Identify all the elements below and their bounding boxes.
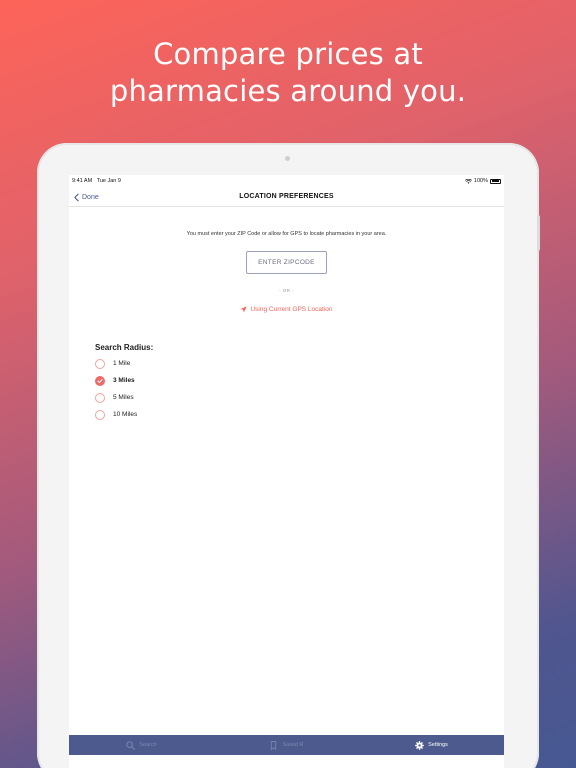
- app-screen: 9:41 AM Tue Jan 9 100% Done LOCATION PRE…: [69, 175, 504, 768]
- done-button[interactable]: Done: [74, 187, 99, 207]
- headline-line-1: Compare prices at: [153, 37, 423, 71]
- tab-search[interactable]: Search: [69, 740, 214, 750]
- done-label: Done: [82, 193, 99, 201]
- zipcode-input[interactable]: [246, 251, 327, 274]
- location-arrow-icon: [240, 306, 248, 313]
- radio-unchecked-icon: [95, 409, 105, 420]
- status-time: 9:41 AM: [72, 178, 93, 184]
- chevron-left-icon: [74, 193, 79, 201]
- wifi-icon: [464, 178, 472, 184]
- radius-option-label: 3 Miles: [113, 377, 135, 384]
- camera-dot: [285, 156, 290, 161]
- tab-search-label: Search: [139, 742, 157, 748]
- search-radius-title: Search Radius:: [95, 343, 154, 352]
- battery-percent: 100%: [473, 178, 488, 184]
- status-date: Tue Jan 9: [96, 178, 121, 184]
- radius-option-label: 1 Mile: [113, 360, 131, 367]
- page-title: LOCATION PREFERENCES: [239, 193, 334, 200]
- status-right: 100%: [464, 178, 501, 184]
- radius-option-1-mile[interactable]: 1 Mile: [95, 355, 137, 372]
- status-left: 9:41 AM Tue Jan 9: [72, 178, 121, 184]
- gear-icon: [415, 740, 424, 750]
- search-radius-options: 1 Mile 3 Miles 5 Miles 10 Miles: [95, 355, 137, 423]
- tab-bar: Search Saved R Settings: [69, 735, 504, 755]
- or-divider: - OR -: [279, 288, 294, 293]
- instruction-text: You must enter your ZIP Code or allow fo…: [186, 231, 387, 237]
- status-bar: 9:41 AM Tue Jan 9 100%: [69, 175, 504, 187]
- side-button: [537, 215, 540, 251]
- radius-option-label: 10 Miles: [113, 411, 138, 418]
- gps-label: Using Current GPS Location: [250, 306, 333, 313]
- tab-saved-label: Saved R: [282, 742, 304, 748]
- tab-settings-label: Settings: [428, 742, 448, 748]
- tab-saved[interactable]: Saved R: [214, 740, 359, 750]
- bookmark-icon: [271, 740, 277, 750]
- radio-checked-icon: [95, 375, 105, 386]
- search-icon: [126, 740, 136, 750]
- radio-unchecked-icon: [95, 358, 105, 369]
- tab-settings[interactable]: Settings: [359, 740, 504, 750]
- radius-option-5-miles[interactable]: 5 Miles: [95, 389, 137, 406]
- radius-option-label: 5 Miles: [113, 394, 134, 401]
- ipad-frame: 9:41 AM Tue Jan 9 100% Done LOCATION PRE…: [37, 143, 540, 768]
- checkmark-icon: [97, 378, 103, 383]
- radius-option-10-miles[interactable]: 10 Miles: [95, 406, 137, 423]
- marketing-headline: Compare prices at pharmacies around you.: [0, 36, 576, 110]
- navigation-bar: Done LOCATION PREFERENCES: [69, 187, 504, 207]
- battery-icon: [490, 178, 501, 184]
- radius-option-3-miles[interactable]: 3 Miles: [95, 372, 137, 389]
- headline-line-2: pharmacies around you.: [109, 74, 467, 108]
- radio-unchecked-icon: [95, 392, 105, 403]
- gps-location-button[interactable]: Using Current GPS Location: [69, 306, 504, 313]
